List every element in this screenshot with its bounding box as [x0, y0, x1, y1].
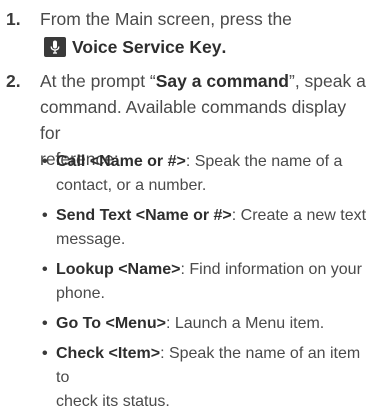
list-item: • Call <Name or #>: Speak the name of a …: [42, 150, 371, 198]
command-desc: : Find information on your: [180, 261, 362, 278]
command-name: Call <Name or #>: [56, 153, 186, 170]
list-item: • Lookup <Name>: Find information on you…: [42, 258, 371, 306]
step-number: 2.: [6, 71, 21, 91]
command-desc: : Launch a Menu item.: [165, 315, 325, 332]
step-1-line-1: From the Main screen, press the: [40, 9, 292, 29]
bullet-dot: •: [42, 153, 48, 170]
step-number: 1.: [6, 9, 21, 29]
command-desc-continued: contact, or a number.: [56, 177, 207, 194]
prompt-close-quote: ”, speak a: [289, 71, 366, 91]
command-name: Lookup <Name>: [56, 261, 181, 278]
step-2-line-2: command. Available commands display for: [40, 97, 347, 143]
prompt-open-quote: At the prompt “: [40, 71, 156, 91]
command-name: Check <Item>: [56, 345, 161, 362]
command-desc-continued: check its status.: [56, 393, 170, 410]
voice-service-key-label: Voice Service Key: [72, 37, 222, 57]
step-1-line-2: Voice Service Key.: [40, 34, 369, 60]
bullet-dot: •: [42, 345, 48, 362]
bullet-dot: •: [42, 207, 48, 224]
command-name: Go To <Menu>: [56, 315, 166, 332]
list-item: • Check <Item>: Speak the name of an ite…: [42, 342, 371, 414]
command-name: Send Text <Name or #>: [56, 207, 232, 224]
bullet-dot: •: [42, 261, 48, 278]
instructions-page: 1. From the Main screen, press the Voice…: [0, 0, 375, 420]
command-desc-continued: message.: [56, 231, 126, 248]
microphone-icon: [44, 37, 66, 57]
command-desc: : Create a new text: [231, 207, 367, 224]
step-text: From the Main screen, press the Voice Se…: [40, 6, 369, 60]
command-desc: : Speak the name of a: [185, 153, 343, 170]
bullet-dot: •: [42, 315, 48, 332]
step-2-line-1: At the prompt “Say a command”, speak a: [40, 68, 369, 94]
list-item: • Go To <Menu>: Launch a Menu item.: [42, 312, 371, 336]
command-desc-continued: phone.: [56, 285, 105, 302]
list-item: • Send Text <Name or #>: Create a new te…: [42, 204, 371, 252]
prompt-text: Say a command: [155, 71, 289, 91]
step-1-period: .: [221, 37, 227, 57]
